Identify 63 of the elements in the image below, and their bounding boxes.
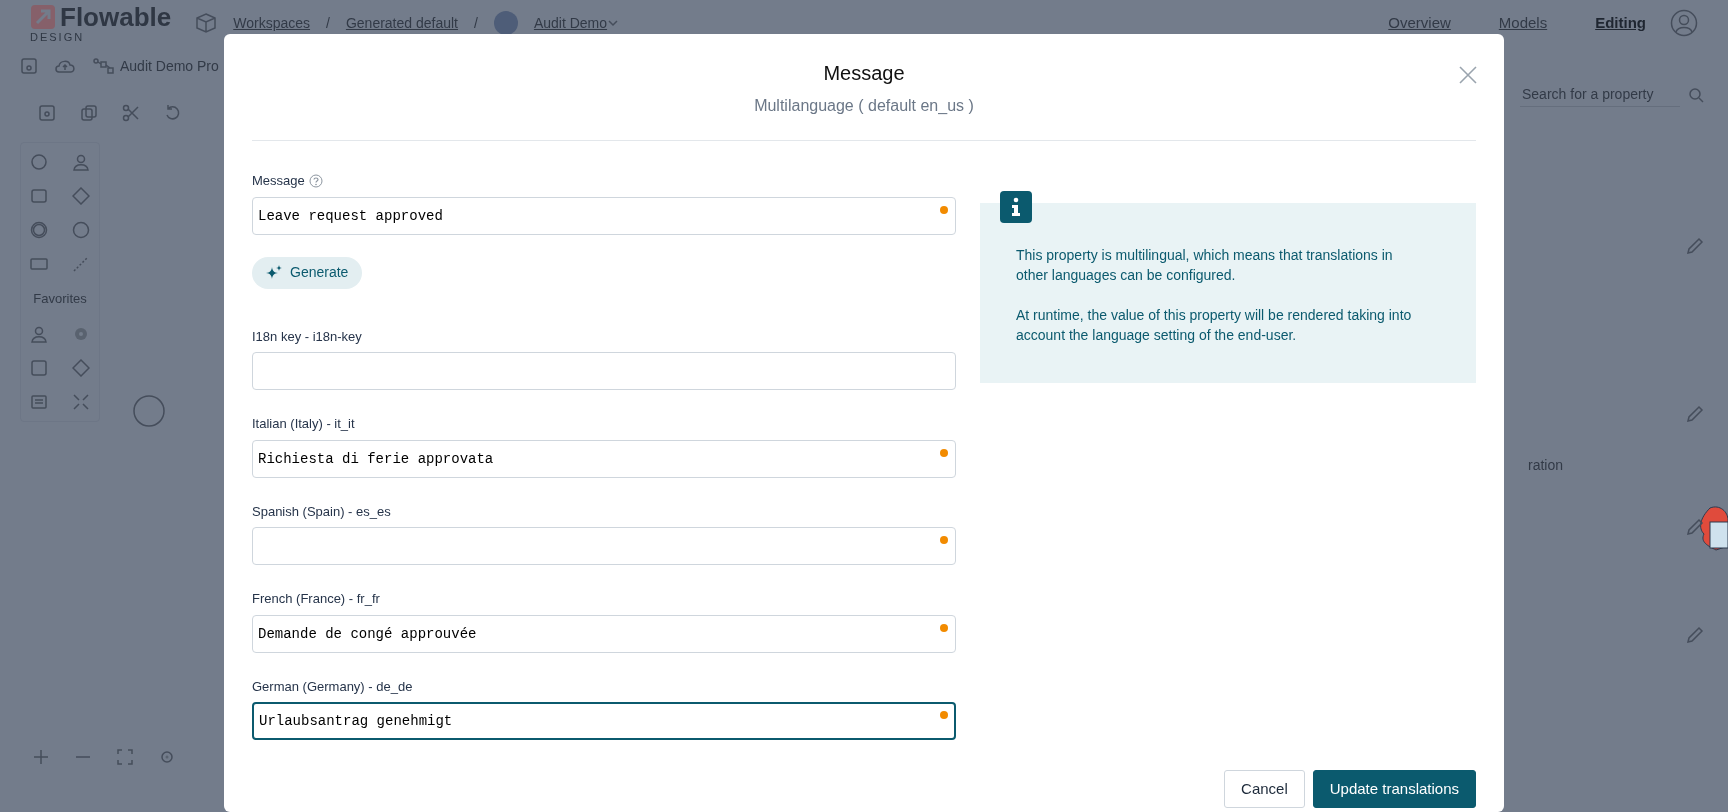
pencil-icon[interactable] — [1686, 518, 1704, 536]
property-label: ration — [1528, 456, 1564, 475]
pencil-icon[interactable] — [1686, 626, 1704, 644]
target-icon[interactable] — [158, 748, 176, 766]
user-icon[interactable] — [1670, 9, 1698, 37]
person-icon[interactable] — [30, 324, 48, 343]
dialog-title: Message — [823, 61, 905, 86]
diamond-icon[interactable] — [72, 358, 90, 377]
help-icon[interactable] — [308, 173, 323, 188]
info-text: This property is multilingual, which means that translations in other languages can be configured. — [1016, 246, 1394, 285]
info-icon — [1000, 191, 1032, 223]
person-icon[interactable] — [72, 153, 90, 171]
generate-button[interactable]: Generate — [252, 256, 363, 289]
logo-text: Flowable — [60, 3, 172, 31]
circle-icon[interactable] — [72, 221, 90, 239]
text-input[interactable] — [252, 527, 956, 565]
update-button[interactable]: Update translations — [1312, 770, 1476, 808]
circle-shape — [132, 394, 166, 428]
square-icon[interactable] — [30, 358, 48, 377]
field-label: Italian (Italy) - it_it — [252, 415, 355, 433]
search-field[interactable]: Search for a property — [1520, 83, 1680, 107]
field-label: French (France) - fr_fr — [252, 590, 380, 608]
cancel-button[interactable]: Cancel — [1224, 770, 1305, 808]
ring-icon[interactable] — [30, 221, 48, 239]
field-label: I18n key - i18n-key — [252, 327, 362, 346]
logo-subtitle: DESIGN — [30, 31, 86, 43]
text-input[interactable]: Leave request approved — [252, 196, 956, 235]
copy-icon[interactable] — [80, 104, 98, 122]
pencil-icon[interactable] — [1686, 405, 1704, 423]
dialog-subtitle: Multilanguage ( default en_us ) — [754, 96, 974, 116]
field-label: Message — [252, 172, 305, 190]
diagram-icon — [92, 57, 116, 75]
breadcrumb-separator: / — [326, 13, 330, 33]
rectangle-icon[interactable] — [30, 255, 48, 273]
breadcrumb-separator: / — [474, 13, 478, 33]
collapse-icon[interactable] — [72, 392, 90, 411]
plus-icon[interactable] — [32, 748, 50, 766]
list-icon[interactable] — [30, 392, 48, 411]
dashed-line-icon[interactable] — [72, 255, 90, 273]
save-icon[interactable] — [20, 57, 38, 75]
text-input[interactable]: Demande de congé approuvée — [252, 614, 956, 653]
text-input[interactable]: Richiesta di ferie approvata — [252, 439, 956, 478]
text-input[interactable]: Urlaubsantrag genehmigt — [252, 702, 956, 740]
cube-icon[interactable] — [195, 12, 218, 34]
chevron-down-icon[interactable] — [607, 17, 620, 29]
text-input[interactable] — [252, 352, 956, 390]
save-icon[interactable] — [38, 104, 56, 122]
logo-icon — [30, 4, 56, 30]
diamond-icon[interactable] — [72, 187, 90, 205]
undo-icon[interactable] — [164, 104, 182, 122]
scissors-icon[interactable] — [122, 104, 140, 122]
fullscreen-icon[interactable] — [116, 748, 134, 766]
search-icon[interactable] — [1688, 87, 1704, 103]
nav-tab[interactable]: Editing — [1571, 11, 1670, 35]
pencil-icon[interactable] — [1686, 237, 1704, 255]
field-label: Spanish (Spain) - es_es — [252, 502, 391, 521]
model-name: Audit Demo Pro — [120, 56, 219, 76]
palette-section-title: Favorites — [33, 290, 87, 308]
field-label: German (Germany) - de_de — [252, 677, 413, 696]
circle-icon[interactable] — [30, 153, 48, 171]
info-text: At runtime, the value of this property will be rendered taking into account the language setting of the end-user. — [1016, 306, 1413, 345]
square-icon[interactable] — [30, 187, 48, 205]
avatar-icon — [493, 11, 518, 35]
